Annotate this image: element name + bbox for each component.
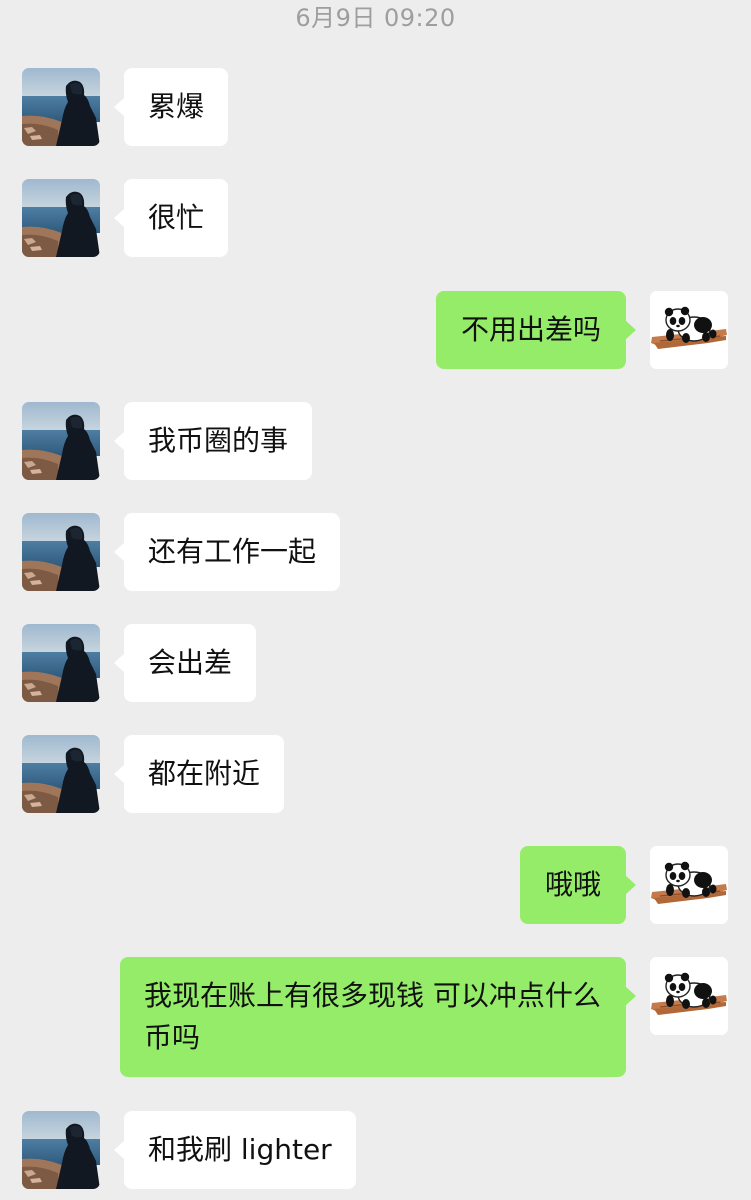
- contact-avatar[interactable]: [22, 624, 100, 702]
- contact-avatar[interactable]: [22, 1111, 100, 1189]
- landscape-person-avatar-icon: [22, 735, 100, 813]
- message-bubble[interactable]: 累爆: [113, 68, 229, 146]
- message-bubble[interactable]: 和我刷 lighter: [114, 1111, 356, 1189]
- contact-avatar[interactable]: [22, 402, 100, 480]
- contact-avatar[interactable]: [22, 513, 100, 591]
- message-row-outgoing: 我现在账上有很多现钱 可以冲点什么币吗: [0, 957, 751, 1078]
- landscape-person-avatar-icon: [22, 402, 100, 480]
- self-avatar[interactable]: [650, 846, 728, 924]
- message-bubble[interactable]: 都在附近: [113, 735, 285, 813]
- panda-avatar-icon: [650, 846, 728, 924]
- message-bubble[interactable]: 很忙: [113, 179, 229, 257]
- contact-avatar[interactable]: [22, 68, 100, 146]
- chat-timestamp: 6月9日 09:20: [295, 4, 456, 32]
- message-bubble[interactable]: 不用出差吗: [435, 291, 637, 369]
- panda-avatar-icon: [650, 957, 728, 1035]
- contact-avatar[interactable]: [22, 179, 100, 257]
- landscape-person-avatar-icon: [22, 68, 100, 146]
- message-bubble[interactable]: 我现在账上有很多现钱 可以冲点什么币吗: [120, 957, 636, 1077]
- contact-avatar[interactable]: [22, 735, 100, 813]
- message-bubble[interactable]: 我币圈的事: [113, 402, 313, 480]
- landscape-person-avatar-icon: [22, 179, 100, 257]
- message-row-outgoing: 哦哦: [0, 846, 751, 924]
- landscape-person-avatar-icon: [22, 513, 100, 591]
- message-row-incoming: 和我刷 lighter: [0, 1111, 751, 1189]
- message-bubble[interactable]: 哦哦: [519, 846, 637, 924]
- message-bubble[interactable]: 还有工作一起: [113, 513, 341, 591]
- message-row-incoming: 都在附近: [0, 735, 751, 813]
- message-row-incoming: 会出差: [0, 624, 751, 702]
- message-row-incoming: 我币圈的事: [0, 402, 751, 480]
- landscape-person-avatar-icon: [22, 1111, 100, 1189]
- message-row-incoming: 很忙: [0, 179, 751, 257]
- self-avatar[interactable]: [650, 957, 728, 1035]
- message-row-outgoing: 不用出差吗: [0, 291, 751, 369]
- landscape-person-avatar-icon: [22, 624, 100, 702]
- panda-avatar-icon: [650, 291, 728, 369]
- self-avatar[interactable]: [650, 291, 728, 369]
- message-row-incoming: 累爆: [0, 68, 751, 146]
- message-bubble[interactable]: 会出差: [113, 624, 257, 702]
- message-row-incoming: 还有工作一起: [0, 513, 751, 591]
